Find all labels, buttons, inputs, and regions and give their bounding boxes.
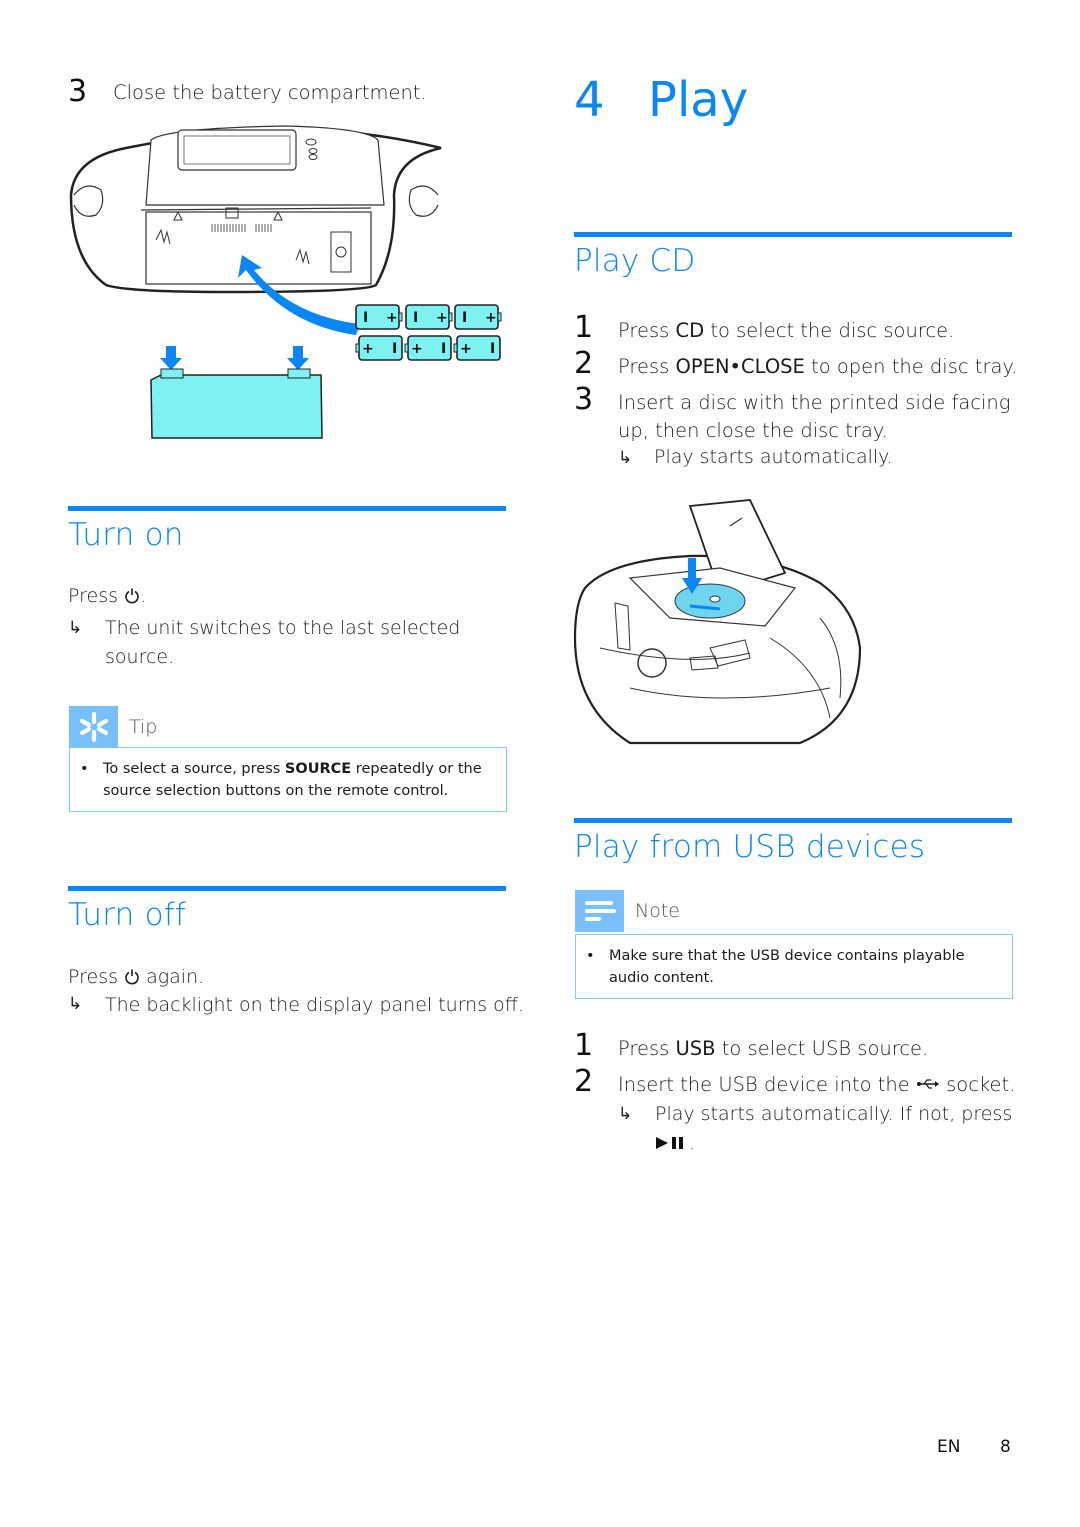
result-arrow-icon: ↳ [68, 618, 83, 638]
battery-plus-label: + [460, 341, 472, 357]
result-arrow-icon: ↳ [68, 994, 83, 1014]
usb-icon [916, 1078, 940, 1090]
turn-on-instruction: Press . [68, 585, 147, 607]
play-cd-heading: Play CD [574, 243, 696, 279]
play-usb-heading: Play from USB devices [574, 829, 926, 865]
bullet-icon: • [586, 948, 595, 964]
battery-minus-label: I [413, 310, 418, 326]
play-usb-step-1-number: 1 [574, 1028, 594, 1063]
play-usb-result: ↳ Play starts automatically. If not, pre… [618, 1100, 1018, 1158]
battery-minus-label: I [392, 341, 397, 357]
tip-icon [69, 706, 118, 748]
section-rule-play-cd [574, 232, 1012, 237]
battery-step-number: 3 [68, 74, 88, 109]
turn-on-result: ↳ The unit switches to the last selected… [68, 614, 488, 672]
play-cd-step-1-text: Press CD to select the disc source. [618, 319, 955, 342]
battery-cover [150, 374, 323, 439]
press-label: Press [68, 585, 119, 607]
play-cd-step-1-number: 1 [574, 310, 594, 345]
battery-plus-label: + [362, 341, 374, 357]
tip-bullet-item: • To select a source, press SOURCE repea… [80, 758, 490, 802]
battery-minus-label: I [462, 310, 467, 326]
play-pause-icon [655, 1136, 689, 1150]
play-cd-step-3-number: 3 [574, 382, 594, 417]
power-icon [124, 968, 140, 985]
turn-on-heading: Turn on [68, 517, 184, 553]
boombox-top-drawing [573, 499, 862, 745]
turn-off-heading: Turn off [68, 897, 186, 933]
battery-minus-label: I [363, 310, 368, 326]
battery-row-bottom [355, 335, 501, 361]
down-arrow-icon [160, 346, 182, 370]
chapter-title: Play [648, 72, 749, 128]
chapter-number: 4 [574, 72, 605, 128]
play-usb-step-1-text: Press USB to select USB source. [618, 1037, 929, 1060]
play-cd-step-3-text: Insert a disc with the printed side faci… [618, 391, 1011, 442]
play-cd-step-2-number: 2 [574, 346, 594, 381]
battery-step-text: Close the battery compartment. [113, 81, 427, 104]
note-icon [575, 890, 624, 932]
cd-insert-illustration [570, 498, 865, 753]
battery-plus-label: + [436, 310, 448, 326]
section-rule-turn-off [68, 886, 506, 891]
play-usb-step-2-text: Insert the USB device into the socket. [618, 1073, 1016, 1096]
turn-off-result: ↳ The backlight on the display panel tur… [68, 994, 524, 1016]
battery-plus-label: + [485, 310, 497, 326]
battery-row-top [355, 304, 502, 330]
bullet-icon: • [80, 761, 89, 777]
battery-minus-label: I [490, 341, 495, 357]
play-usb-step-2-number: 2 [574, 1064, 594, 1099]
battery-minus-label: I [441, 341, 446, 357]
section-rule-turn-on [68, 506, 506, 511]
play-cd-step-2-text: Press OPEN•CLOSE to open the disc tray. [618, 355, 1018, 378]
result-arrow-icon: ↳ [618, 1104, 633, 1124]
footer-language: EN [937, 1437, 961, 1457]
section-rule-play-usb [574, 818, 1012, 823]
play-cd-result: ↳ Play starts automatically. [618, 446, 893, 468]
footer-page-number: 8 [1000, 1437, 1011, 1457]
turn-off-instruction: Press again. [68, 966, 205, 988]
tip-label: Tip [129, 716, 158, 738]
battery-plus-label: + [411, 341, 423, 357]
note-bullet-item: • Make sure that the USB device contains… [586, 945, 998, 989]
note-label: Note [635, 900, 680, 922]
battery-compartment-illustration: I + I + I + + I + I + I [66, 120, 511, 445]
result-arrow-icon: ↳ [618, 448, 633, 468]
battery-plus-label: + [386, 310, 398, 326]
power-icon [124, 587, 140, 604]
boombox-back-drawing: I + I + I + + I + I + I [69, 125, 502, 439]
down-arrow-icon [287, 346, 309, 370]
